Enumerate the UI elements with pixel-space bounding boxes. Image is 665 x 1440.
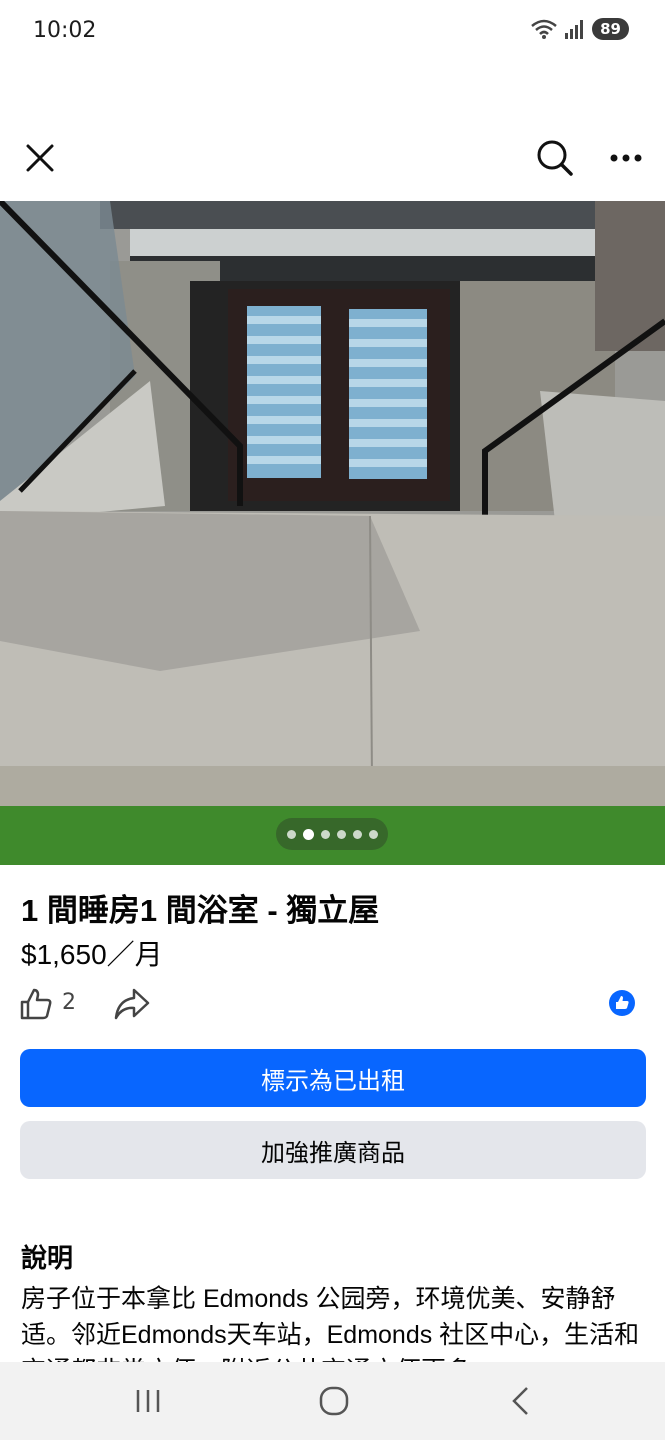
carousel-dot	[352, 829, 362, 839]
signal-icon	[565, 20, 584, 39]
carousel-indicator[interactable]	[276, 818, 388, 850]
recents-button[interactable]	[118, 1376, 178, 1426]
back-icon	[512, 1387, 528, 1415]
search-icon	[537, 140, 573, 176]
description-heading: 說明	[21, 1243, 74, 1273]
mark-as-rented-button[interactable]: 標示為已出租	[20, 1049, 646, 1107]
carousel-dot	[368, 829, 378, 839]
home-button[interactable]	[304, 1376, 364, 1426]
reaction-like-badge	[608, 989, 636, 1017]
share-icon	[114, 988, 150, 1020]
carousel-dot	[320, 829, 330, 839]
wifi-icon	[531, 19, 557, 39]
description-text: 房子位于本拿比 Edmonds 公园旁，环境优美、安静舒适。邻近Edmonds天…	[21, 1285, 640, 1363]
action-row: 2	[18, 982, 648, 1026]
close-icon	[26, 144, 54, 172]
battery-icon: 89	[592, 18, 629, 40]
like-button[interactable]	[18, 986, 54, 1022]
boost-listing-button[interactable]: 加強推廣商品	[20, 1121, 646, 1179]
close-button[interactable]	[18, 133, 62, 183]
thumbs-up-icon	[20, 988, 52, 1020]
back-button[interactable]	[490, 1376, 550, 1426]
share-button[interactable]	[112, 986, 152, 1022]
more-button[interactable]	[600, 133, 652, 183]
recents-icon	[136, 1390, 160, 1412]
status-time: 10:02	[33, 18, 97, 43]
system-nav-bar	[0, 1362, 665, 1440]
listing-photo-image	[0, 201, 665, 865]
top-bar	[0, 128, 665, 188]
listing-price: $1,650／月	[21, 939, 163, 970]
like-count: 2	[62, 990, 76, 1015]
like-reaction-icon	[609, 990, 635, 1016]
listing-photo[interactable]	[0, 201, 665, 865]
search-button[interactable]	[530, 133, 580, 183]
carousel-dot	[286, 829, 296, 839]
status-icons: 89	[530, 18, 629, 40]
listing-title: 1 間睡房1 間浴室 - 獨立屋	[21, 893, 380, 928]
carousel-dot	[336, 829, 346, 839]
carousel-dot-active	[302, 828, 314, 840]
home-icon	[319, 1386, 349, 1416]
status-bar: 10:02 89	[0, 0, 665, 64]
more-icon	[610, 154, 642, 162]
